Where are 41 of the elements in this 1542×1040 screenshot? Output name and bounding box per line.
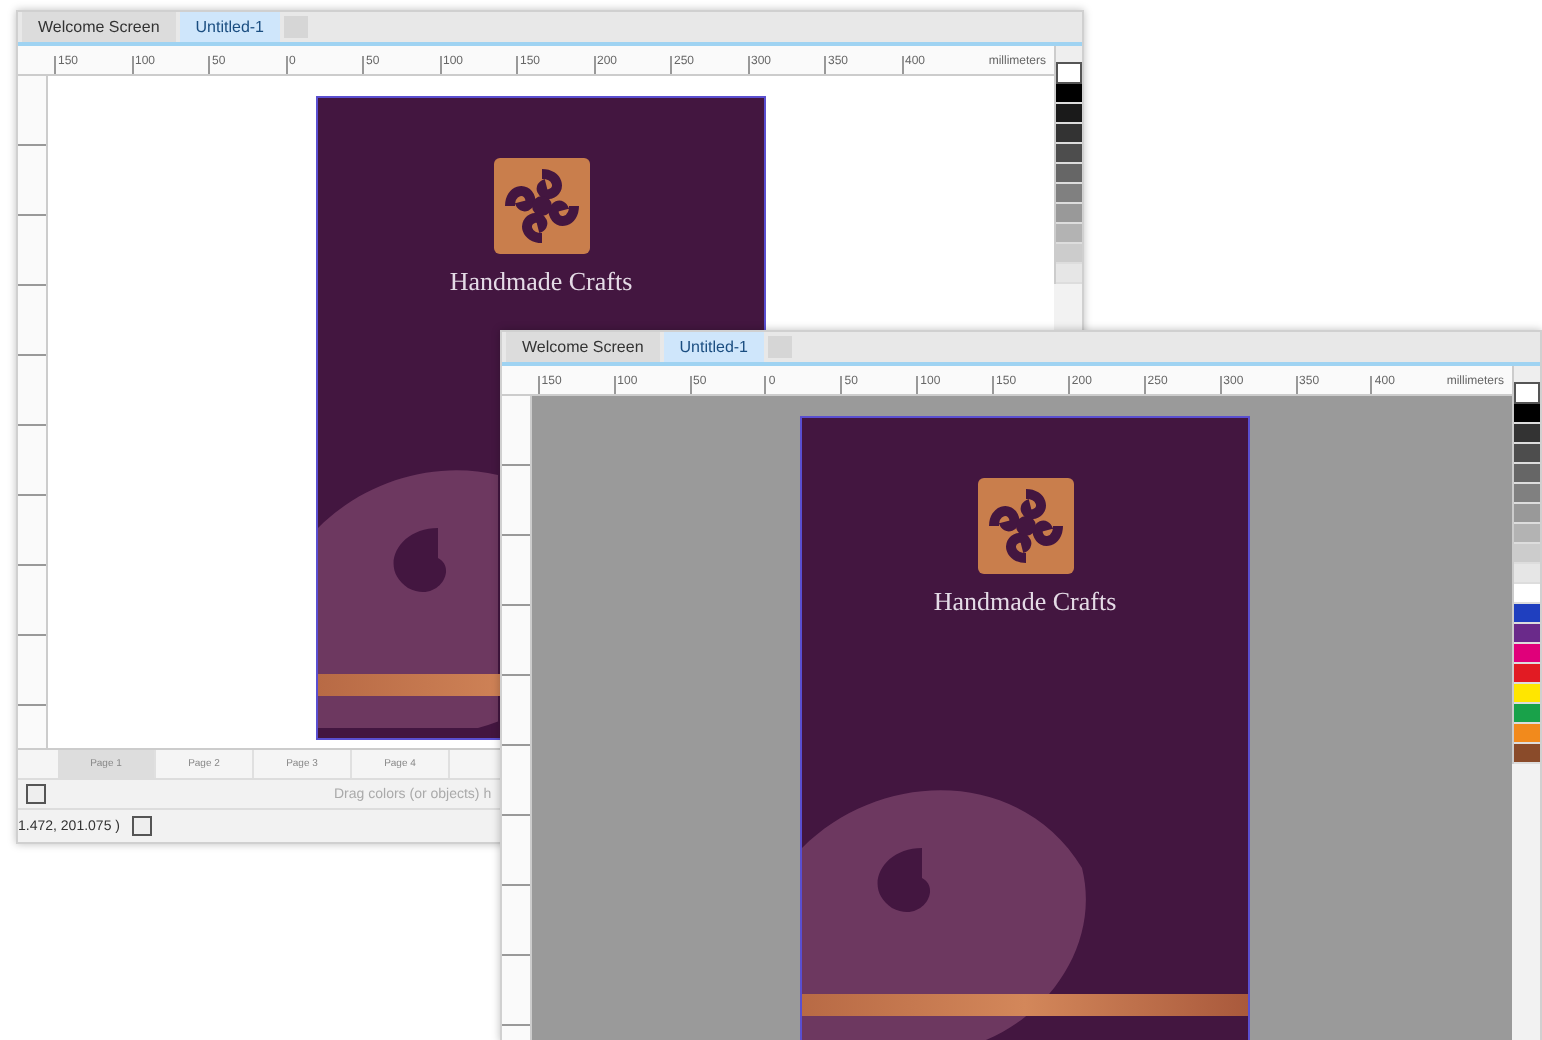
poster-title: Handmade Crafts [933,586,1117,618]
no-color-swatch[interactable] [1056,62,1082,84]
color-swatch[interactable] [1056,84,1082,104]
color-swatch[interactable] [1514,624,1540,644]
no-color-swatch[interactable] [1514,382,1540,404]
color-swatch[interactable] [1056,204,1082,224]
color-swatch[interactable] [1514,404,1540,424]
color-swatch[interactable] [1514,464,1540,484]
color-swatch[interactable] [1056,264,1082,284]
poster-title: Handmade Crafts [449,266,633,298]
color-swatch[interactable] [1514,584,1540,604]
color-swatch[interactable] [1056,244,1082,264]
color-swatch[interactable] [1514,524,1540,544]
color-swatch[interactable] [1056,104,1082,124]
color-swatch[interactable] [1056,164,1082,184]
color-palette[interactable] [1512,366,1540,764]
color-swatch[interactable] [1514,664,1540,684]
document-tab[interactable]: Welcome Screen [22,12,176,42]
color-swatch[interactable] [1514,564,1540,584]
color-swatch[interactable] [1514,724,1540,744]
logo-icon [977,478,1073,574]
color-swatch[interactable] [1514,604,1540,624]
color-swatch[interactable] [1056,144,1082,164]
document-tab[interactable]: Welcome Screen [506,332,660,362]
color-palette[interactable] [1054,46,1082,284]
color-swatch[interactable] [1514,684,1540,704]
color-swatch[interactable] [1514,744,1540,764]
color-swatch[interactable] [1514,704,1540,724]
color-swatch[interactable] [1056,124,1082,144]
logo-icon [493,158,589,254]
document-tab[interactable]: Untitled-1 [663,332,765,362]
color-swatch[interactable] [1514,504,1540,524]
color-swatch[interactable] [1514,644,1540,664]
color-swatch[interactable] [1056,184,1082,204]
color-swatch[interactable] [1514,544,1540,564]
color-swatch[interactable] [1056,224,1082,244]
document-tab[interactable]: Untitled-1 [179,12,281,42]
no-color-swatch[interactable] [26,784,46,804]
color-swatch[interactable] [1514,424,1540,444]
color-swatch[interactable] [1514,484,1540,504]
color-swatch[interactable] [1514,444,1540,464]
